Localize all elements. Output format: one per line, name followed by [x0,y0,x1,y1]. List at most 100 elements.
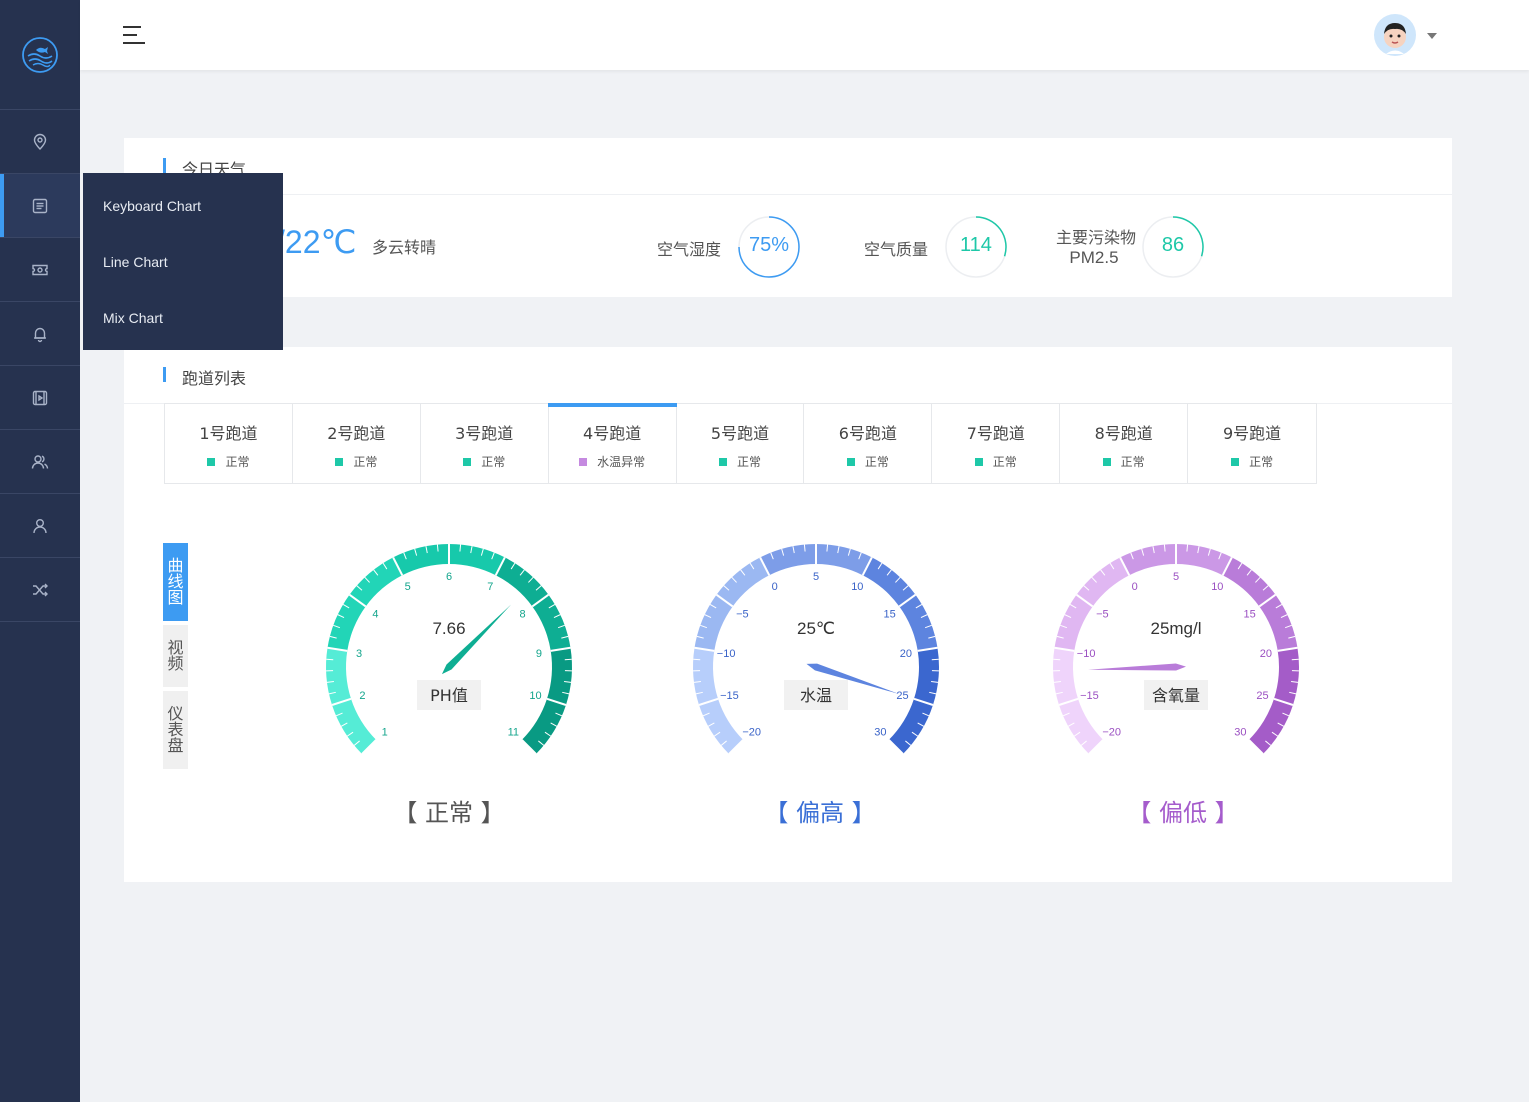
nav-video[interactable] [0,366,80,430]
location-pin-icon [33,133,47,150]
gauge-value: 7.66 [432,619,465,638]
gauge-tick-label: 15 [1243,609,1255,621]
gauge-band [495,557,571,651]
users-group-icon [31,454,49,469]
air-quality-label: 空气质量 [864,240,929,259]
status-dot [719,457,727,466]
gauge-pointer [1088,663,1186,671]
lane-status-text: 正常 [864,455,889,469]
gauge-tick-label: 7 [487,581,493,593]
bell-icon [34,327,46,342]
lane-name: 2号跑道 [327,424,386,443]
nav-shuffle[interactable] [0,558,80,622]
gauge-tick-label: 25 [1256,690,1268,702]
gauge-tick-label: 30 [874,726,886,738]
nav-user[interactable] [0,494,80,558]
gauge-label: PH值 [430,686,468,705]
charts-flyout-menu: Keyboard Chart Line Chart Mix Chart [83,173,283,350]
gauge-tick-label: 5 [1173,571,1179,583]
menu-item-mix-chart[interactable]: Mix Chart [83,291,283,347]
caret-down-icon[interactable] [1427,33,1437,39]
menu-item-line-chart[interactable]: Line Chart [83,235,283,291]
nav-tickets[interactable] [0,238,80,302]
lane-status-text: 正常 [353,455,378,469]
status-dot [1231,457,1240,466]
lane-tab[interactable]: 3号跑道 正常 [421,404,549,483]
weather-panel-header: 今日天气 [124,138,1452,195]
gauge-band [326,647,377,754]
lane-tabs: 1号跑道 正常 2号跑道 正常 3号跑道 正常 4号跑道 水温异常 5号跑道 正常 6号跑道 正常 7号… [164,403,1317,484]
gauge-value: 25℃ [797,619,835,638]
gauge-tick-label: 20 [1260,648,1272,660]
gauge-tick-label: −20 [742,726,761,738]
air-quality-value: 114 [960,234,992,256]
fish-wave-logo [22,36,58,73]
lane-tab[interactable]: 9号跑道正常 [1188,404,1316,483]
status-dot [1102,457,1111,466]
gauge-label: 含氧量 [1152,686,1200,705]
gauge-tick-label: 5 [405,581,411,593]
tab-dashboard[interactable]: 仪表盘 [163,691,188,769]
gauge-tick-label: 30 [1234,726,1246,738]
hamburger-icon[interactable] [123,26,145,46]
gauge-band [694,557,770,651]
sidebar [0,0,80,1102]
status-dot [463,457,472,466]
gauge-tick-label: 9 [536,648,542,660]
gauge-band [1222,557,1298,651]
nav-notifications[interactable] [0,302,80,366]
gauge-label: 水温 [800,686,832,705]
gauge-tick-label: 1 [382,726,388,738]
lane-tab[interactable]: 5号跑道正常 [677,404,805,483]
lane-tab[interactable]: 7号跑道正常 [932,404,1061,483]
lane-name: 3号跑道 [455,424,514,443]
lane-name: 5号跑道 [710,424,770,443]
gauge-tick-label: 6 [446,571,452,583]
logo[interactable] [0,0,80,110]
lane-tab[interactable]: 6号跑道正常 [804,404,933,483]
pollutant-value: 86 [1161,234,1185,256]
lanes-panel-header: 跑道列表 [124,347,1452,404]
gauge-tick-label: 4 [372,609,378,621]
gauge-band [327,557,403,651]
nav-location[interactable] [0,110,80,174]
nav-charts[interactable] [0,174,80,238]
lanes-title: 跑道列表 [182,369,247,388]
ph-gauge: 1 2 3 4 5 6 7 8 9 10 11 7.66 PH值 [326,544,572,755]
pollutant-label: 主要污染物 [1055,228,1136,247]
weather-panel: 今日天气 /22℃ 多云转晴 空气湿度 75% 空气质量 114 主要污染物 P… [124,138,1452,297]
oxygen-gauge: −20 −15 −10 −5 0 5 10 15 20 25 30 25mg/l 含氧量 [1053,544,1299,755]
lane-status-text: 正常 [737,455,762,469]
user-icon [33,518,47,533]
avatar[interactable] [1374,14,1416,56]
shuffle-icon [33,583,48,596]
status-dot [335,457,344,466]
gauge-tick-label: 5 [813,571,819,583]
status-dot [974,457,983,466]
lane-tab[interactable]: 4号跑道水温异常 [547,403,677,483]
humidity-value: 75% [748,234,790,256]
tab-video[interactable]: 视频 [163,625,188,687]
gauge-band [862,557,938,651]
lane-name: 6号跑道 [838,424,897,443]
lane-name: 7号跑道 [966,424,1025,443]
nav-groups[interactable] [0,430,80,494]
lane-status: 正常 [1188,453,1316,470]
lane-name: 4号跑道 [583,424,642,443]
tab-curve-chart[interactable]: 曲线图 [163,543,188,621]
gauge-tick [1186,544,1189,552]
lane-name: 1号跑道 [199,424,258,443]
lane-tab[interactable]: 1号跑道 正常 [165,404,293,483]
lane-status-text: 正常 [1120,455,1145,469]
lane-tab[interactable]: 2号跑道正常 [293,404,421,483]
gauge-tick-label: −5 [736,609,749,621]
menu-item-keyboard-chart[interactable]: Keyboard Chart [83,179,283,235]
gauge-tick-label: 3 [356,648,362,660]
lane-tab[interactable]: 8号跑道 正常 [1060,404,1189,483]
lane-status: 正常 [932,453,1059,470]
gauge-tick-label: 20 [900,648,912,660]
gauge-tick-label: −15 [1080,690,1099,702]
status-dot [579,457,588,466]
lane-name: 9号跑道 [1222,424,1282,443]
lane-status: 水温异常 [549,453,676,470]
